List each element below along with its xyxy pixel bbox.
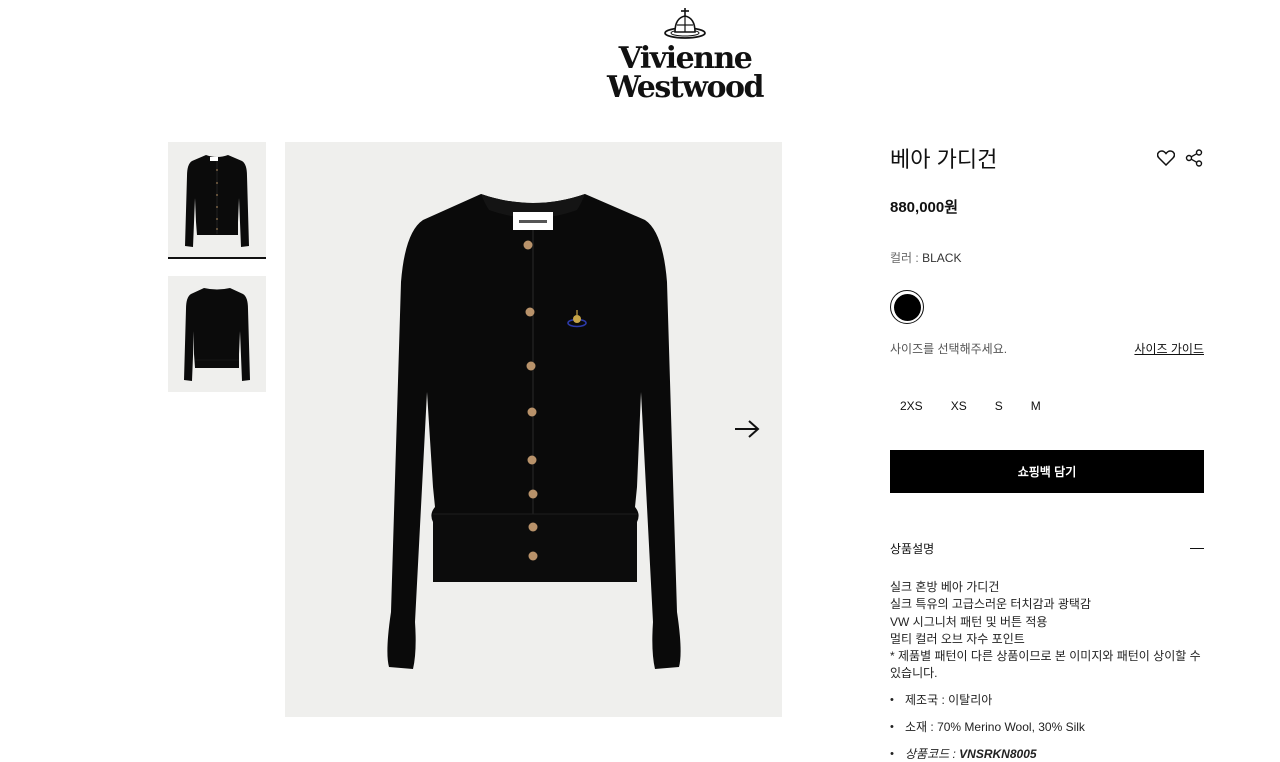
size-option-xs[interactable]: XS bbox=[941, 395, 977, 417]
product-code-item: 상품코드 : VNSRKN8005 bbox=[890, 746, 1204, 762]
color-swatch-fill bbox=[893, 293, 921, 321]
thumbnail-list bbox=[168, 142, 266, 392]
cardigan-image bbox=[387, 194, 681, 669]
color-row: 컬러 : BLACK bbox=[890, 249, 1204, 266]
share-icon[interactable] bbox=[1184, 148, 1204, 168]
add-to-bag-button[interactable]: 쇼핑백 담기 bbox=[890, 450, 1204, 493]
description-line: 멀티 컬러 오브 자수 포인트 bbox=[890, 631, 1025, 646]
description-line: 실크 혼방 베아 가디건 bbox=[890, 580, 1000, 594]
size-option-s[interactable]: S bbox=[985, 395, 1013, 417]
description-line: VW 시그니처 패턴 및 버튼 적용 bbox=[890, 614, 1048, 629]
size-option-m[interactable]: M bbox=[1021, 395, 1051, 417]
description-heading: 상품설명 bbox=[890, 542, 935, 556]
material-item: 소재 : 70% Merino Wool, 30% Silk bbox=[890, 719, 1204, 746]
collapse-icon bbox=[1190, 548, 1204, 549]
brand-name-line1: Vivienne bbox=[618, 41, 753, 76]
description-line: * 제품별 패턴이 다른 상품이므로 본 이미지와 패턴이 상이할 수 있습니다… bbox=[890, 649, 1201, 681]
heart-icon[interactable] bbox=[1156, 148, 1176, 168]
brand-logo[interactable]: Vivienne Westwood bbox=[600, 6, 770, 106]
title-row: 베아 가디건 bbox=[890, 140, 1204, 176]
description-toggle[interactable]: 상품설명 bbox=[890, 540, 1204, 557]
description-body: 실크 혼방 베아 가디건 실크 특유의 고급스러운 터치감과 광택감 VW 시그… bbox=[890, 579, 1204, 683]
brand-name: Vivienne Westwood bbox=[600, 41, 770, 105]
size-guide-link[interactable]: 사이즈 가이드 bbox=[1134, 340, 1204, 357]
main-product-image[interactable] bbox=[285, 142, 782, 717]
origin-item: 제조국 : 이탈리아 bbox=[890, 692, 1204, 719]
size-option-2xs[interactable]: 2XS bbox=[890, 395, 933, 417]
thumbnail-back[interactable] bbox=[168, 276, 266, 392]
title-actions bbox=[1156, 148, 1204, 168]
product-price: 880,000원 bbox=[890, 199, 959, 216]
thumbnail-front[interactable] bbox=[168, 142, 266, 259]
orb-icon bbox=[664, 8, 706, 39]
brand-name-line2: Westwood bbox=[607, 70, 764, 105]
cardigan-front-image bbox=[185, 155, 249, 247]
product-code-label: 상품코드 : bbox=[905, 746, 960, 761]
product-title: 베아 가디건 bbox=[890, 147, 998, 172]
arrow-right-icon[interactable] bbox=[732, 416, 762, 442]
size-options: 2XS XS S M bbox=[890, 395, 1204, 417]
product-panel: 베아 가디건 880,000원 컬러 : BLACK 사이즈를 선택해주세요. … bbox=[890, 140, 1204, 762]
color-value: BLACK bbox=[922, 251, 962, 265]
color-swatch-black[interactable] bbox=[890, 290, 924, 324]
color-label: 컬러 : bbox=[890, 251, 923, 265]
description-line: 실크 특유의 고급스러운 터치감과 광택감 bbox=[890, 597, 1092, 612]
size-row: 사이즈를 선택해주세요. 사이즈 가이드 bbox=[890, 340, 1204, 357]
product-details: 제조국 : 이탈리아 소재 : 70% Merino Wool, 30% Sil… bbox=[890, 692, 1204, 762]
size-hint: 사이즈를 선택해주세요. bbox=[890, 342, 1008, 356]
cardigan-back-image bbox=[184, 288, 250, 381]
product-code-value: VNSRKN8005 bbox=[959, 746, 1037, 761]
